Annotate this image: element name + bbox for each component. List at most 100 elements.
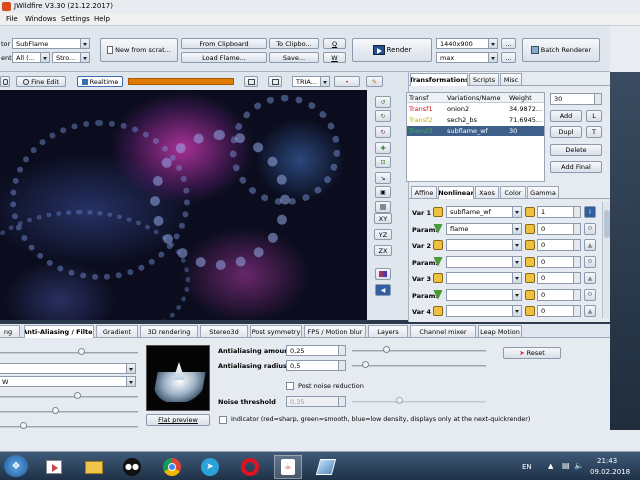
tab-anti-aliasing[interactable]: Anti-Aliasing / Filter (24, 325, 94, 338)
amount-field[interactable]: 0 (537, 255, 581, 268)
media-player-icon[interactable] (40, 455, 68, 479)
rotate-right-button[interactable]: ↻ (375, 110, 391, 122)
grid-button-2[interactable] (268, 76, 282, 87)
left-slider-1[interactable] (78, 348, 85, 355)
editor-select[interactable]: SubFlame (12, 38, 90, 49)
tab-transformations[interactable]: Transformations (410, 73, 468, 86)
tab-channel-mixer[interactable]: Channel mixer (410, 325, 476, 337)
variation-select[interactable]: subflame_wf (446, 206, 522, 218)
tab-xaos[interactable]: Xaos (475, 186, 499, 198)
variation-toggle-icon[interactable] (433, 306, 443, 316)
yz-button[interactable]: YZ (374, 229, 392, 240)
post-noise-checkbox[interactable] (286, 382, 294, 390)
grid-button-1[interactable] (244, 76, 258, 87)
tab-layers[interactable]: Layers (368, 325, 408, 337)
realtime-toggle[interactable]: Realtime (77, 76, 123, 87)
variation-select[interactable] (446, 239, 522, 251)
amount-field[interactable]: 0 (537, 222, 581, 235)
save-button[interactable]: Save... (269, 52, 319, 63)
shrink-button[interactable]: ⊡ (375, 156, 391, 168)
info-icon[interactable]: i (584, 206, 596, 218)
quality-more-button[interactable]: ... (501, 52, 516, 63)
noise-threshold-slider[interactable] (395, 397, 403, 404)
variation-select[interactable] (446, 255, 522, 268)
t-button[interactable]: T (586, 126, 602, 138)
stroke-select[interactable]: Stro... (52, 52, 90, 63)
quality-select[interactable]: max (436, 52, 498, 63)
reset-button[interactable]: ➤ Reset (503, 347, 561, 359)
add-transform-button[interactable]: Add (550, 110, 582, 122)
settings-gear-icon[interactable]: ⚙ (584, 255, 596, 268)
xy-button[interactable]: XY (374, 213, 392, 224)
hand-tool-button[interactable] (0, 76, 10, 87)
network-icon[interactable]: ▤ (562, 461, 570, 470)
aa-amount-field[interactable]: 0,25 (286, 345, 346, 356)
clock-time[interactable]: 21:43 (597, 457, 617, 465)
duplicate-button[interactable]: Dupl (550, 126, 582, 138)
move-button[interactable]: ↘ (375, 172, 391, 184)
triangle-mode-select[interactable]: TRIA... (292, 76, 330, 87)
amount-toggle-icon[interactable] (525, 223, 535, 234)
back-button[interactable]: ◀ (375, 284, 391, 296)
clock-date[interactable]: 09.02.2018 (590, 468, 630, 476)
tab-scripts[interactable]: Scripts (469, 73, 499, 85)
amount-field[interactable]: 0 (537, 272, 581, 284)
l-button[interactable]: L (586, 110, 602, 122)
java-icon[interactable]: ☕ (274, 455, 302, 479)
opera-icon[interactable] (236, 455, 264, 479)
tab-nonlinear[interactable]: Nonlinear (438, 186, 474, 199)
enlarge-button[interactable]: ✚ (375, 142, 391, 154)
tab-3d-rendering[interactable]: 3D rendering (140, 325, 198, 337)
batch-renderer-button[interactable]: Batch Renderer (522, 38, 600, 62)
amount-toggle-icon[interactable] (525, 256, 535, 267)
volume-icon[interactable]: 🔈 (574, 461, 584, 470)
add-final-button[interactable]: Add Final (550, 161, 602, 173)
render-button[interactable]: Render (352, 38, 432, 62)
variation-select[interactable]: flame (446, 222, 522, 235)
left-select-1[interactable] (0, 363, 136, 374)
indicator-checkbox[interactable] (219, 416, 227, 424)
tab-stereo3d[interactable]: Stereo3d (200, 325, 248, 337)
flat-preview-button[interactable]: Flat preview (146, 414, 210, 426)
variation-select[interactable] (446, 305, 522, 317)
left-slider-3[interactable] (52, 407, 59, 414)
telegram-icon[interactable]: ➤ (196, 455, 224, 479)
gradient-select[interactable]: All (... (12, 52, 50, 63)
w-button[interactable]: W (323, 52, 346, 63)
table-row[interactable]: Transf1 onion2 34.9872... (407, 104, 544, 114)
amount-field[interactable]: 0 (537, 288, 581, 301)
tab-rendering[interactable]: ng (0, 325, 20, 337)
aa-amount-slider[interactable] (382, 346, 390, 353)
highlight-button[interactable]: ✎ (366, 76, 383, 87)
zx-button[interactable]: ZX (374, 245, 392, 256)
square-button[interactable] (375, 201, 391, 213)
tab-post-symmetry[interactable]: Post symmetry (250, 325, 302, 337)
nonlinear-scrollbar[interactable] (602, 202, 610, 318)
tab-gamma[interactable]: Gamma (527, 186, 559, 198)
jwildfire-icon[interactable] (312, 455, 340, 479)
aa-radius-field[interactable]: 0,5 (286, 360, 346, 371)
transform-weight-field[interactable]: 30 (550, 93, 602, 105)
variation-toggle-icon[interactable] (433, 207, 443, 217)
to-clipboard-button[interactable]: To Clipbo... (269, 38, 319, 49)
tab-fps-motion-blur[interactable]: FPS / Motion blur (304, 325, 366, 337)
settings-gear-icon[interactable]: ⚙ (584, 288, 596, 301)
amount-toggle-icon[interactable] (525, 306, 535, 316)
move-up-icon[interactable]: ▲ (584, 239, 596, 251)
menu-windows[interactable]: Windows (25, 15, 56, 23)
rotate-left-button[interactable]: ↺ (375, 96, 391, 108)
variation-toggle-icon[interactable] (433, 240, 443, 250)
chrome-icon[interactable] (158, 455, 186, 479)
tab-misc[interactable]: Misc (500, 73, 522, 85)
color-dots-button[interactable]: • (334, 76, 360, 87)
from-clipboard-button[interactable]: From Clipboard (181, 38, 267, 49)
amount-toggle-icon[interactable] (525, 207, 535, 217)
tab-leap-motion[interactable]: Leap Motion (478, 325, 522, 337)
messenger-icon[interactable]: ●● (118, 455, 146, 479)
table-row[interactable]: Transf2 sech2_bs 71.6945... (407, 115, 544, 125)
tab-affine[interactable]: Affine (411, 186, 437, 198)
language-indicator[interactable]: EN (522, 463, 532, 471)
table-row-selected[interactable]: Transf3 subflame_wf 30 (407, 126, 544, 136)
q-button[interactable]: Q (323, 38, 346, 49)
amount-field[interactable]: 1 (537, 206, 581, 218)
